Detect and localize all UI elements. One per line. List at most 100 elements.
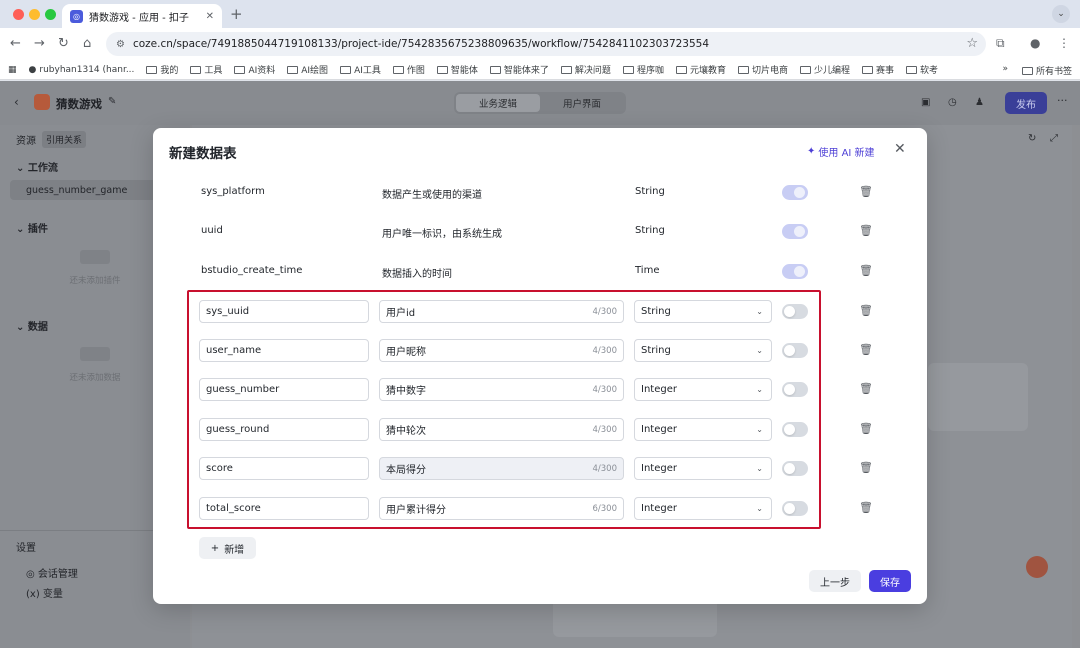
field-desc: 数据产生或使用的渠道 — [382, 190, 482, 201]
references-button[interactable]: 引用关系 — [42, 131, 87, 148]
folder-icon — [862, 65, 873, 74]
bookmark-item[interactable]: 少儿编程 — [799, 63, 850, 76]
trash-icon[interactable]: 🗑 — [859, 422, 873, 435]
field-type: String — [635, 225, 665, 236]
data-section[interactable]: ⌄ 数据 — [16, 318, 48, 333]
url-omnibox[interactable]: ⚙ coze.cn/space/7491885044719108133/proj… — [106, 32, 986, 56]
folder-icon — [234, 65, 246, 74]
close-window-button[interactable] — [13, 9, 24, 20]
required-toggle — [782, 264, 808, 279]
browser-menu-icon[interactable]: ⋮ — [1058, 36, 1070, 50]
back-icon[interactable]: ← — [10, 36, 21, 51]
apps-grid-icon[interactable]: ▦ — [8, 65, 17, 75]
zoom-window-button[interactable] — [45, 9, 56, 20]
system-field-row: sys_platform 数据产生或使用的渠道 String 🗑 — [153, 180, 927, 206]
settings-heading: 设置 — [16, 543, 36, 554]
trash-icon[interactable]: 🗑 — [859, 304, 873, 317]
bookmark-item[interactable]: 切片电商 — [737, 63, 788, 76]
history-icon[interactable]: ◷ — [948, 97, 957, 108]
bookmark-item[interactable]: AI资料 — [234, 63, 275, 76]
trash-icon: 🗑 — [859, 185, 873, 198]
folder-icon — [560, 65, 572, 74]
edit-icon[interactable]: ✎ — [108, 96, 116, 107]
bookmark-item[interactable]: 元壤教育 — [675, 63, 726, 76]
extensions-icon[interactable]: ⧉ — [996, 36, 1005, 51]
expand-icon[interactable]: ⤢ — [1050, 133, 1058, 144]
variables-item[interactable]: (x) 变量 — [26, 585, 63, 600]
canvas-node[interactable] — [928, 363, 1028, 431]
trash-icon[interactable]: 🗑 — [859, 343, 873, 356]
bookmark-item[interactable]: 程序咖 — [622, 63, 664, 76]
trash-icon[interactable]: 🗑 — [859, 382, 873, 395]
tab-business-logic[interactable]: 业务逻辑 — [456, 94, 540, 112]
publish-button[interactable]: 发布 — [1005, 92, 1047, 114]
assistant-avatar[interactable] — [1026, 556, 1048, 578]
site-info-icon[interactable]: ⚙ — [116, 39, 125, 50]
more-icon[interactable]: ··· — [1057, 94, 1068, 107]
minimize-window-button[interactable] — [29, 9, 40, 20]
tab-close-icon[interactable]: ✕ — [206, 11, 214, 22]
field-desc: 数据插入的时间 — [382, 269, 452, 280]
profile-icon[interactable]: ● — [1030, 36, 1040, 50]
refresh-icon[interactable]: ↻ — [1028, 133, 1036, 144]
preview-icon[interactable]: ▣ — [921, 97, 930, 108]
folder-icon — [799, 65, 811, 74]
home-icon[interactable]: ⌂ — [83, 36, 91, 51]
tab-search-icon[interactable]: ⌄ — [1052, 5, 1070, 23]
save-button[interactable]: 保存 — [869, 570, 911, 592]
forward-icon[interactable]: → — [34, 36, 45, 51]
folder-icon — [146, 65, 158, 74]
trash-icon[interactable]: 🗑 — [859, 501, 873, 514]
mode-tabs: 业务逻辑 用户界面 — [454, 92, 626, 114]
bookmark-item[interactable]: 作图 — [392, 63, 425, 76]
field-desc: 用户唯一标识，由系统生成 — [382, 229, 502, 240]
tab-title: 猜数游戏 - 应用 - 扣子 — [89, 12, 189, 24]
bookmark-star-icon[interactable]: ☆ — [966, 36, 978, 51]
trash-icon: 🗑 — [859, 264, 873, 277]
bookmark-item[interactable]: ● rubyhan1314 (hanr... — [29, 65, 135, 75]
github-icon: ● — [28, 64, 37, 75]
sparkle-icon: ✦ — [807, 146, 816, 157]
folder-icon — [675, 65, 687, 74]
bookmark-item[interactable]: 我的 — [146, 63, 178, 76]
app-logo — [34, 94, 50, 110]
field-name: sys_platform — [201, 186, 265, 197]
trash-icon[interactable]: 🗑 — [859, 461, 873, 474]
close-icon[interactable]: ✕ — [894, 141, 906, 157]
plugin-section[interactable]: ⌄ 插件 — [16, 220, 48, 235]
new-tab-icon[interactable]: + — [230, 5, 243, 23]
previous-step-button[interactable]: 上一步 — [809, 570, 861, 592]
system-field-row: uuid 用户唯一标识，由系统生成 String 🗑 — [153, 219, 927, 245]
reload-icon[interactable]: ↻ — [58, 36, 69, 51]
folder-icon — [906, 65, 918, 74]
ai-create-button[interactable]: ✦ 使用 AI 新建 — [807, 144, 875, 159]
tab-user-interface[interactable]: 用户界面 — [540, 94, 624, 112]
session-mgmt-item[interactable]: ◎ 会话管理 — [26, 565, 78, 580]
back-arrow-icon[interactable]: ‹ — [14, 95, 19, 109]
bookmark-item[interactable]: 智能体来了 — [489, 63, 549, 76]
bookmark-item[interactable]: 工具 — [190, 63, 222, 76]
browser-titlebar: ◎ 猜数游戏 - 应用 - 扣子 ✕ + ⌄ — [0, 0, 1080, 28]
add-field-button[interactable]: + 新增 — [199, 537, 256, 559]
empty-data-icon — [80, 347, 110, 361]
bookmark-item[interactable]: 解决问题 — [560, 63, 611, 76]
collaborators-icon[interactable]: ♟ — [975, 97, 984, 108]
browser-tab[interactable]: ◎ 猜数游戏 - 应用 - 扣子 ✕ — [62, 4, 222, 28]
all-bookmarks-button[interactable]: 所有书签 — [1021, 64, 1072, 77]
folder-icon — [489, 65, 501, 74]
bookmark-item[interactable]: 智能体 — [436, 63, 478, 76]
bookmark-item[interactable]: 软考 — [906, 63, 938, 76]
bookmarks-bar: ▦ ● rubyhan1314 (hanr... 我的 工具 AI资料 AI绘图 … — [0, 60, 1080, 80]
trash-icon: 🗑 — [859, 224, 873, 237]
folder-icon — [340, 65, 352, 74]
folder-icon — [392, 65, 404, 74]
new-table-modal: 新建数据表 ✦ 使用 AI 新建 ✕ sys_platform 数据产生或使用的… — [153, 128, 927, 604]
url-text: coze.cn/space/7491885044719108133/projec… — [132, 38, 710, 50]
annotation-highlight-box — [187, 290, 821, 529]
workflow-section[interactable]: ⌄ 工作流 — [16, 159, 58, 174]
bookmark-item[interactable]: 赛事 — [862, 63, 894, 76]
bookmark-item[interactable]: AI绘图 — [287, 63, 328, 76]
modal-title: 新建数据表 — [169, 146, 237, 162]
bookmark-item[interactable]: AI工具 — [340, 63, 381, 76]
bookmarks-overflow-button[interactable]: » — [1002, 64, 1008, 77]
